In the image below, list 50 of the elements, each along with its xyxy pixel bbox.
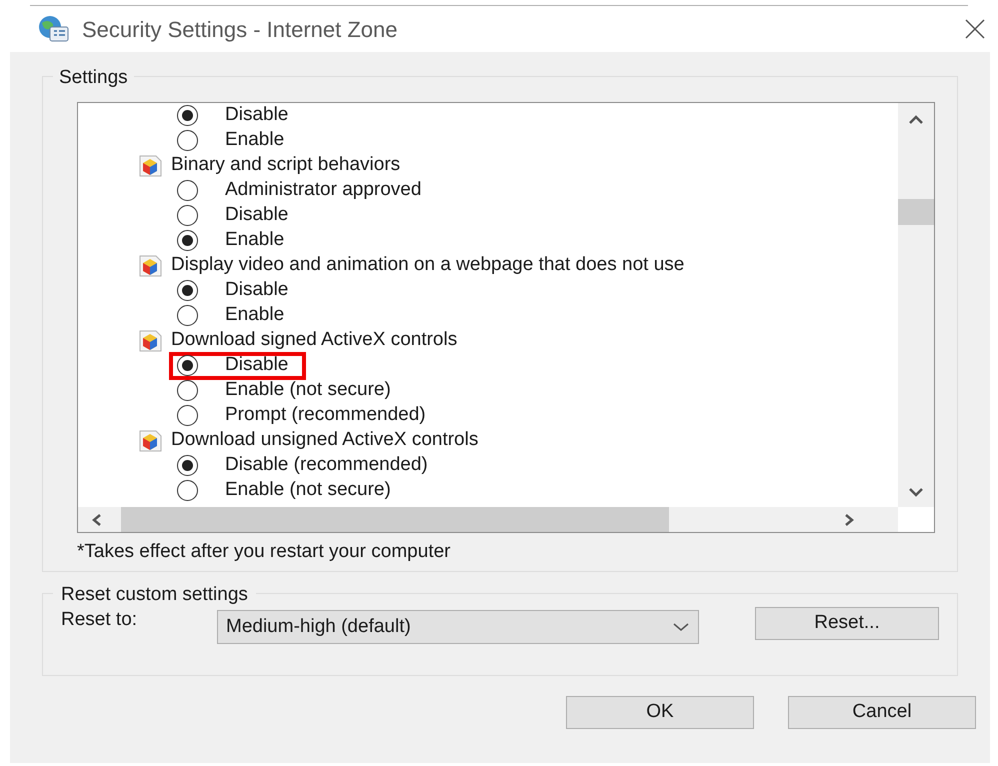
scroll-right-icon[interactable] xyxy=(844,514,854,526)
scroll-thumb[interactable] xyxy=(898,199,934,225)
chevron-down-icon xyxy=(672,622,690,632)
horizontal-scrollbar[interactable] xyxy=(78,507,898,532)
window-title: Security Settings - Internet Zone xyxy=(82,16,398,44)
radio-option[interactable]: Enable xyxy=(177,128,298,152)
setting-name: Display video and animation on a webpage that does not use xyxy=(171,253,684,278)
setting-page-icon xyxy=(138,328,164,352)
vertical-scrollbar[interactable] xyxy=(898,103,934,507)
radio-option[interactable]: Disable xyxy=(177,104,302,128)
radio-button[interactable] xyxy=(177,280,198,301)
radio-button[interactable] xyxy=(177,355,198,376)
scroll-thumb[interactable] xyxy=(121,507,669,532)
ok-button[interactable]: OK xyxy=(566,696,754,729)
close-icon[interactable] xyxy=(964,18,986,40)
scroll-left-icon[interactable] xyxy=(92,514,102,526)
radio-option[interactable]: Disable xyxy=(169,352,306,380)
radio-button[interactable] xyxy=(177,130,198,151)
setting-name: Download signed ActiveX controls xyxy=(171,328,458,352)
radio-option[interactable]: Administrator approved xyxy=(177,178,436,202)
reset-level-dropdown[interactable]: Medium-high (default) xyxy=(217,610,699,644)
radio-option[interactable]: Prompt (recommended) xyxy=(177,404,440,428)
radio-button[interactable] xyxy=(177,230,198,251)
radio-button[interactable] xyxy=(177,105,198,126)
reset-button[interactable]: Reset... xyxy=(755,607,939,640)
radio-button[interactable] xyxy=(177,405,198,426)
globe-settings-icon xyxy=(36,15,70,43)
scroll-up-icon[interactable] xyxy=(908,115,924,125)
radio-button[interactable] xyxy=(177,180,198,201)
radio-button[interactable] xyxy=(177,305,198,326)
cancel-button[interactable]: Cancel xyxy=(788,696,976,729)
radio-option[interactable]: Enable xyxy=(177,304,298,328)
reset-to-label: Reset to: xyxy=(61,608,138,632)
setting-name: Download unsigned ActiveX controls xyxy=(171,428,478,452)
radio-option[interactable]: Disable xyxy=(177,278,302,302)
radio-option[interactable]: Disable (recommended) xyxy=(177,454,442,478)
radio-button[interactable] xyxy=(177,380,198,401)
radio-button[interactable] xyxy=(177,455,198,476)
radio-button[interactable] xyxy=(177,480,198,501)
setting-page-icon xyxy=(138,428,164,452)
radio-option[interactable]: Disable xyxy=(177,204,302,228)
setting-name: Binary and script behaviors xyxy=(171,153,400,178)
setting-page-icon xyxy=(138,254,164,278)
radio-button[interactable] xyxy=(177,205,198,226)
radio-option[interactable]: Enable (not secure) xyxy=(177,478,405,502)
restart-note: *Takes effect after you restart your computer xyxy=(77,540,452,564)
radio-option[interactable]: Enable xyxy=(177,228,298,252)
radio-option[interactable]: Enable (not secure) xyxy=(177,378,405,402)
scroll-down-icon[interactable] xyxy=(908,487,924,497)
setting-page-icon xyxy=(138,154,164,178)
